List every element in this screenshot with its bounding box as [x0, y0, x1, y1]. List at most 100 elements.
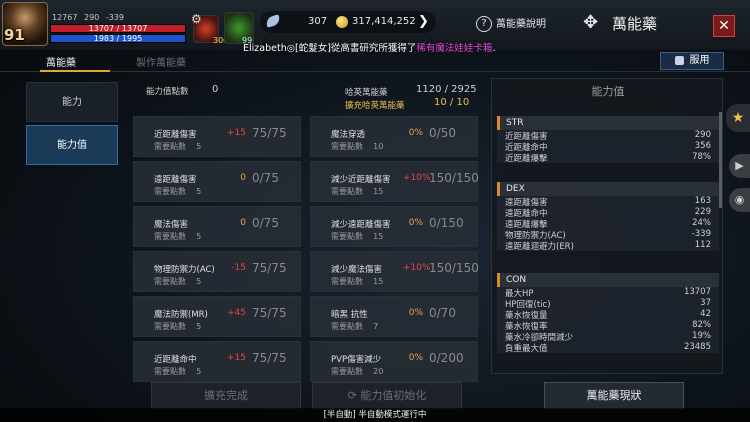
tab-wanneng[interactable]: 萬能藥 [46, 54, 76, 69]
stat-card[interactable]: 減少近距離傷害 需要點數 15 +10% 150/150 [310, 161, 479, 202]
card-name: 魔法穿透 [331, 130, 366, 140]
card-bonus: +10% [403, 173, 431, 183]
expand-complete-button[interactable]: 擴充完成 [151, 382, 301, 409]
card-bonus: 0% [408, 308, 423, 318]
card-cost: 需要點數 7 [331, 322, 379, 331]
dex-section: DEX 遠距離傷害 163 遠距離命中 229 遠距離爆擊 24% 物理防禦力(AC) -33… [497, 182, 719, 252]
reset-label: 能力值初始化 [360, 389, 427, 402]
points-value: 0 [212, 84, 219, 95]
card-cost: 需要點數 20 [331, 367, 384, 376]
stat-card[interactable]: 遠距離傷害 需要點數 5 0 0/75 [133, 161, 301, 202]
stat-card[interactable]: 近距離命中 需要點數 5 +15 75/75 [133, 341, 301, 382]
card-value: 0/75 [252, 216, 279, 230]
stat-card[interactable]: PVP傷害減少 需要點數 20 0% 0/200 [310, 341, 478, 382]
stat-value: 356 [694, 141, 711, 151]
hp-text: 13707 / 13707 [88, 24, 148, 33]
card-name: 物理防禦力(AC) [154, 265, 215, 275]
dex-header: DEX [497, 182, 719, 196]
card-cost: 需要點數 5 [154, 322, 202, 331]
stat-row: 遠距離迴避力(ER) 112 [497, 240, 719, 252]
stat-row: 近距離傷害 290 [497, 130, 719, 142]
stat-card[interactable]: 物理防禦力(AC) 需要點數 5 -15 75/75 [133, 251, 301, 292]
card-cost: 需要點數 5 [154, 367, 202, 376]
stat-card[interactable]: 魔法傷害 需要點數 5 0 0/75 [133, 206, 301, 247]
status-button[interactable]: 萬能藥現狀 [544, 382, 684, 409]
gear-icon[interactable]: ⚙ [191, 12, 202, 26]
stat-value: 37 [700, 298, 711, 308]
points-label: 能力值點數 [146, 87, 189, 97]
card-bonus: -15 [231, 263, 246, 273]
panel-scrollbar[interactable] [719, 112, 722, 208]
card-cost: 需要點數 15 [331, 187, 384, 196]
star-icon[interactable]: ★ [726, 104, 750, 132]
stat-value: 13707 [683, 287, 711, 297]
stat-value: -339 [691, 229, 711, 239]
card-name: 魔法傷害 [154, 220, 189, 230]
stat-card[interactable]: 減少遠距離傷害 需要點數 15 0% 0/150 [310, 206, 478, 247]
card-value: 0/50 [429, 126, 456, 140]
con-section: CON 最大HP 13707 HP回復(tic) 37 藥水恢復量 42 藥水恢復率 82% 藥… [497, 273, 719, 354]
play-icon[interactable]: ▶ [729, 154, 750, 178]
stat-row: 藥水恢復量 42 [497, 309, 719, 321]
stat-card[interactable]: 魔法穿透需要點數 10 0% 0/50 [310, 116, 478, 157]
card-bonus: 0 [240, 173, 246, 183]
stat-name: 遠距離迴避力(ER) [505, 242, 574, 252]
card-cost: 需要點數 5 [154, 277, 202, 286]
reset-stats-button[interactable]: ⟳ 能力值初始化 [312, 382, 462, 409]
tab-craft-label: 製作萬能藥 [136, 58, 186, 69]
character-level: 91 [4, 26, 25, 44]
stat-value: 23485 [683, 342, 711, 352]
stat-card[interactable]: 減少魔法傷害 需要點數 15 +10% 150/150 [310, 251, 479, 292]
ring-icon[interactable]: ◉ [729, 188, 750, 212]
stats-panel: 能力值 STR 近距離傷害 290 近距離命中 356 近距離爆擊 78% DEX 遠距離… [491, 78, 723, 374]
stat-value: 82% [692, 320, 711, 330]
stat-card[interactable]: 暗黑 抗性 需要點數 7 0% 0/70 [310, 296, 478, 337]
stat-value: 290 [694, 130, 711, 140]
use-button[interactable]: 服用 [660, 52, 724, 70]
stat-row: 遠距離命中 229 [497, 207, 719, 219]
stat-value: 229 [694, 207, 711, 217]
chevron-right-icon[interactable]: ❯ [418, 14, 429, 29]
stat-row: 近距離爆擊 78% [497, 152, 719, 164]
card-name: 魔法防禦(MR) [154, 310, 208, 320]
card-value: 75/75 [252, 351, 287, 365]
hp-bar: 13707 / 13707 [50, 24, 186, 33]
card-name: 近距離傷害 [154, 130, 197, 140]
card-cost: 需要點數 10 [331, 142, 384, 151]
expand-value: 10 / 10 [434, 97, 470, 108]
card-cost: 需要點數 5 [154, 232, 202, 241]
power-stat: 12767 [52, 13, 78, 22]
stat-row: 近距離命中 356 [497, 141, 719, 153]
use-icon [674, 55, 684, 65]
card-cost: 需要點數 5 [154, 142, 202, 151]
stat-card[interactable]: 魔法防禦(MR) 需要點數 5 +45 75/75 [133, 296, 301, 337]
card-value: 150/150 [429, 261, 479, 275]
help-button[interactable]: ? 萬能藥說明 [476, 15, 546, 32]
con-header: CON [497, 273, 719, 287]
card-name: 暗黑 抗性 [331, 310, 368, 320]
close-button[interactable]: ✕ [713, 15, 735, 37]
card-value: 0/75 [252, 171, 279, 185]
stat-row: 藥水冷卻時間減少 19% [497, 331, 719, 343]
card-bonus: 0% [408, 128, 423, 138]
question-icon: ? [476, 16, 492, 32]
stat-card[interactable]: 近距離傷害 需要點數 5 +15 75/75 [133, 116, 301, 157]
sidebar-item-stats[interactable]: 能力值 [26, 125, 118, 165]
card-bonus: 0% [408, 353, 423, 363]
card-cost: 需要點數 15 [331, 277, 384, 286]
sidebar-item-ability[interactable]: 能力 [26, 82, 118, 122]
use-label: 服用 [689, 55, 710, 66]
refresh-icon: ⟳ [347, 389, 361, 402]
potion-title-icon: ✥ [583, 12, 599, 33]
tab-craft[interactable]: 製作萬能藥 [136, 54, 186, 69]
tab-bar: 萬能藥 製作萬能藥 [0, 50, 750, 72]
card-bonus: +15 [227, 128, 246, 138]
card-name: 減少魔法傷害 [331, 265, 383, 275]
stat-value: 19% [692, 331, 711, 341]
stat-name: 負重最大值 [505, 344, 548, 354]
card-value: 0/200 [429, 351, 464, 365]
page-title: 萬能藥 [612, 15, 658, 33]
expand-label: 擴充哈英萬能藥 [345, 101, 405, 111]
panel-title: 能力值 [591, 85, 625, 98]
stat-row: 物理防禦力(AC) -339 [497, 229, 719, 241]
